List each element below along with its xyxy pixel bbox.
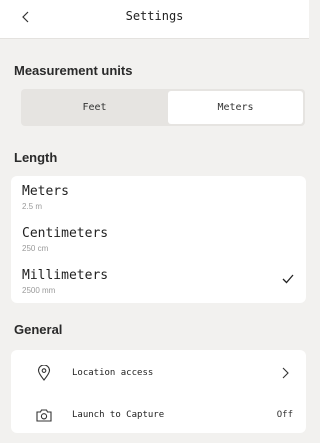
location-access-label: Location access xyxy=(72,368,154,378)
length-option-label: Centimeters xyxy=(22,226,109,241)
general-options-card: Location access Launch to Capture Off xyxy=(11,350,306,433)
chevron-right-icon xyxy=(282,367,289,379)
location-pin-icon xyxy=(36,365,52,381)
units-option-feet[interactable]: Feet xyxy=(23,91,166,124)
units-segmented-control: Feet Meters xyxy=(21,89,305,126)
header-bar: Settings xyxy=(0,0,309,39)
launch-to-capture-value[interactable]: Off xyxy=(277,410,293,420)
length-option-label: Meters xyxy=(22,184,69,199)
checkmark-icon xyxy=(282,274,294,284)
length-option-label: Millimeters xyxy=(22,268,109,283)
units-option-meters[interactable]: Meters xyxy=(168,91,303,124)
length-heading: Length xyxy=(14,150,58,165)
length-option-meters[interactable]: Meters 2.5 m xyxy=(22,184,294,211)
length-option-value: 2500 mm xyxy=(22,286,56,295)
length-option-value: 250 cm xyxy=(22,244,49,253)
length-options-card: Meters 2.5 m Centimeters 250 cm Millimet… xyxy=(11,176,306,303)
measurement-units-heading: Measurement units xyxy=(14,63,133,78)
location-access-row[interactable]: Location access xyxy=(11,353,306,393)
camera-icon xyxy=(36,407,52,423)
length-option-value: 2.5 m xyxy=(22,202,43,211)
length-option-centimeters[interactable]: Centimeters 250 cm xyxy=(22,226,294,253)
page-title: Settings xyxy=(125,9,184,23)
general-heading: General xyxy=(14,322,63,337)
launch-to-capture-label: Launch to Capture xyxy=(72,410,165,420)
length-option-millimeters[interactable]: Millimeters 2500 mm xyxy=(22,268,294,295)
launch-to-capture-row[interactable]: Launch to Capture Off xyxy=(11,395,306,435)
